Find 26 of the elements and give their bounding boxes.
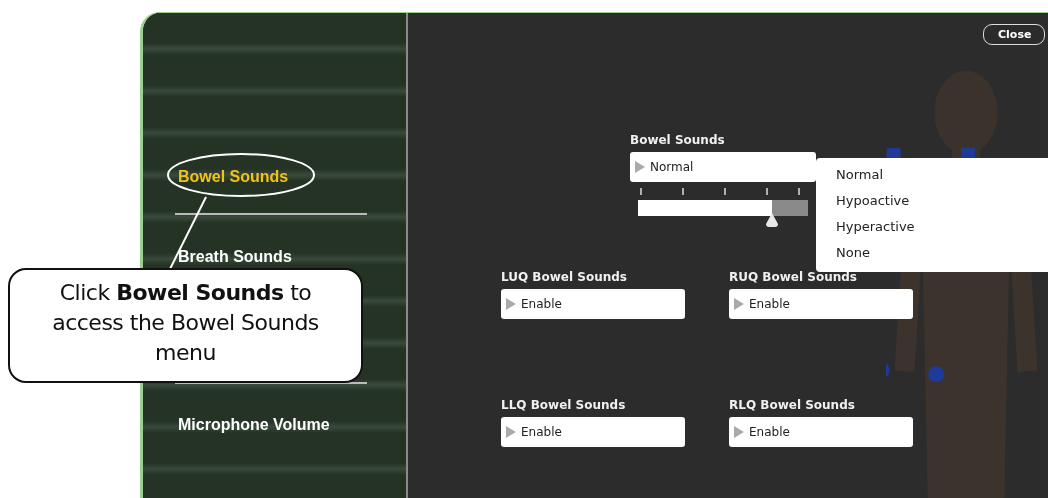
field-label: LLQ Bowel Sounds [501,397,626,414]
triangle-icon [734,298,744,310]
field-label: Bowel Sounds [630,132,725,149]
triangle-icon [734,426,744,438]
dropdown-option[interactable]: Normal [816,162,884,188]
tick-marks-icon [640,188,800,196]
dropdown-field[interactable]: Enable [501,289,685,319]
dropdown-option[interactable]: None [816,240,870,266]
dropdown-field[interactable]: Enable [729,289,913,319]
dropdown-field[interactable]: Enable [501,417,685,447]
field-label: LUQ Bowel Sounds [501,269,627,286]
dropdown-field[interactable]: Enable [729,417,913,447]
field-label: RLQ Bowel Sounds [729,397,855,414]
sidebar-item[interactable]: Bowel Sounds [143,166,289,188]
field-label: RUQ Bowel Sounds [729,269,857,286]
sidebar-item[interactable]: Breath Sounds [143,246,292,268]
triangle-icon [635,161,645,173]
triangle-icon [506,426,516,438]
sidebar-item[interactable]: Microphone Volume [143,414,330,436]
slider-thumb[interactable] [765,213,780,227]
dropdown-field[interactable]: Normal [630,152,816,182]
triangle-icon [506,298,516,310]
callout-text: Click Bowel Sounds to access the Bowel Sounds menu [8,268,363,383]
dropdown-option[interactable]: Hypoactive [816,188,910,214]
close-button[interactable]: Close [983,24,1045,45]
dropdown-option[interactable]: Hyperactive [816,214,915,240]
